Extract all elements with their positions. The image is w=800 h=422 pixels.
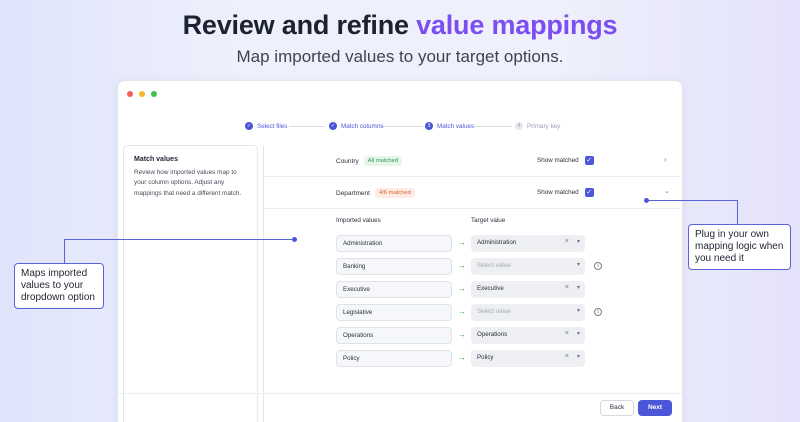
arrow-right-icon: → [458,284,466,293]
value-mapping-table: Imported values Target value Administrat… [264,209,680,379]
clear-icon[interactable]: × [565,238,569,245]
callout-connector-right [647,200,738,201]
minimize-window-dot[interactable] [139,91,145,97]
app-window: ✓ Select files ✓ Match columns 3 Match v… [117,80,683,422]
info-icon[interactable]: i [594,262,602,270]
arrow-right-icon: → [458,353,466,362]
show-matched-toggle[interactable]: Show matched ✓ [537,156,594,165]
callout-connector-left [64,239,296,240]
imported-value: Executive [336,281,452,298]
target-value-select[interactable]: Policy × ▾ [471,350,585,367]
step-label: Primary key [527,122,561,130]
maximize-window-dot[interactable] [151,91,157,97]
clear-icon[interactable]: × [565,284,569,291]
arrow-right-icon: → [458,330,466,339]
chevron-down-icon[interactable]: ▾ [577,238,580,245]
chevron-down-icon[interactable]: ▾ [577,284,580,291]
imported-value: Policy [336,350,452,367]
sidebar-panel: Match values Review how imported values … [123,145,258,422]
table-row: Operations → Operations × ▾ [336,327,596,344]
target-value-select[interactable]: Administration × ▾ [471,235,585,252]
imported-value: Legislative [336,304,452,321]
hero-title-accent: value mappings [416,10,618,40]
checkbox-checked-icon[interactable]: ✓ [584,156,594,165]
checkbox-checked-icon[interactable]: ✓ [584,188,594,197]
step-number: 3 [425,122,433,130]
imported-value: Operations [336,327,452,344]
step-select-files[interactable]: ✓ Select files [245,122,287,130]
stepper: ✓ Select files ✓ Match columns 3 Match v… [118,122,682,136]
table-row: Executive → Executive × ▾ [336,281,596,298]
next-button[interactable]: Next [638,400,672,416]
callout-connector-right [737,200,738,224]
target-value-select[interactable]: Select value ▾ [471,258,585,275]
chevron-down-icon[interactable]: ⌄ [664,187,670,195]
main-panel: Country All matched Show matched ✓ › Dep… [263,145,680,422]
header-imported-values: Imported values [336,217,381,224]
column-row-country[interactable]: Country All matched Show matched ✓ › [264,145,680,177]
target-value-text: Operations [477,331,508,338]
table-row: Policy → Policy × ▾ [336,350,596,367]
show-matched-toggle[interactable]: Show matched ✓ [537,188,594,197]
sidebar-description: Review how imported values map to your c… [134,169,242,197]
chevron-right-icon[interactable]: › [664,155,667,164]
target-value-text: Administration [477,239,517,246]
callout-anchor-dot [644,198,649,203]
callout-right: Plug in your own mapping logic when you … [688,224,791,270]
step-match-values[interactable]: 3 Match values [425,122,474,130]
arrow-right-icon: → [458,261,466,270]
arrow-right-icon: → [458,238,466,247]
table-row: Administration → Administration × ▾ [336,235,596,252]
column-name: Country [336,157,359,165]
column-row-department[interactable]: Department 4/6 matched Show matched ✓ ⌄ [264,177,680,209]
hero-subtitle: Map imported values to your target optio… [236,47,564,66]
table-row: Legislative → Select value ▾ i [336,304,602,321]
hero-title-plain: Review and refine [182,10,417,40]
step-connector [381,126,423,127]
show-matched-label: Show matched [537,189,579,196]
imported-value: Banking [336,258,452,275]
chevron-down-icon[interactable]: ▾ [577,353,580,360]
chevron-down-icon[interactable]: ▾ [577,261,580,268]
step-match-columns[interactable]: ✓ Match columns [329,122,383,130]
step-connector [474,126,512,127]
chevron-down-icon[interactable]: ▾ [577,330,580,337]
footer-divider [118,393,682,394]
show-matched-label: Show matched [537,157,579,164]
target-value-text: Policy [477,354,494,361]
target-value-text: Executive [477,285,504,292]
check-icon: ✓ [245,122,253,130]
step-number: 4 [515,122,523,130]
target-value-placeholder: Select value [477,262,511,269]
status-badge: 4/6 matched [374,188,415,198]
target-value-select[interactable]: Operations × ▾ [471,327,585,344]
target-value-select[interactable]: Executive × ▾ [471,281,585,298]
hero-title: Review and refine value mappings [0,10,800,41]
check-icon: ✓ [329,122,337,130]
column-name: Department [336,189,370,197]
step-primary-key[interactable]: 4 Primary key [515,122,560,130]
step-label: Select files [257,122,288,130]
info-icon[interactable]: i [594,308,602,316]
back-button[interactable]: Back [600,400,634,416]
step-label: Match columns [341,122,384,130]
close-window-dot[interactable] [127,91,133,97]
clear-icon[interactable]: × [565,330,569,337]
status-badge: All matched [363,156,403,166]
clear-icon[interactable]: × [565,353,569,360]
sidebar-title: Match values [134,156,178,163]
callout-connector-left [64,239,65,263]
target-value-placeholder: Select value [477,308,511,315]
target-value-select[interactable]: Select value ▾ [471,304,585,321]
header-target-value: Target value [471,217,506,224]
callout-anchor-dot [292,237,297,242]
table-row: Banking → Select value ▾ i [336,258,602,275]
arrow-right-icon: → [458,307,466,316]
chevron-down-icon[interactable]: ▾ [577,307,580,314]
step-label: Match values [437,122,475,130]
window-controls [127,91,157,97]
step-connector [289,126,325,127]
imported-value: Administration [336,235,452,252]
callout-left: Maps imported values to your dropdown op… [14,263,104,309]
